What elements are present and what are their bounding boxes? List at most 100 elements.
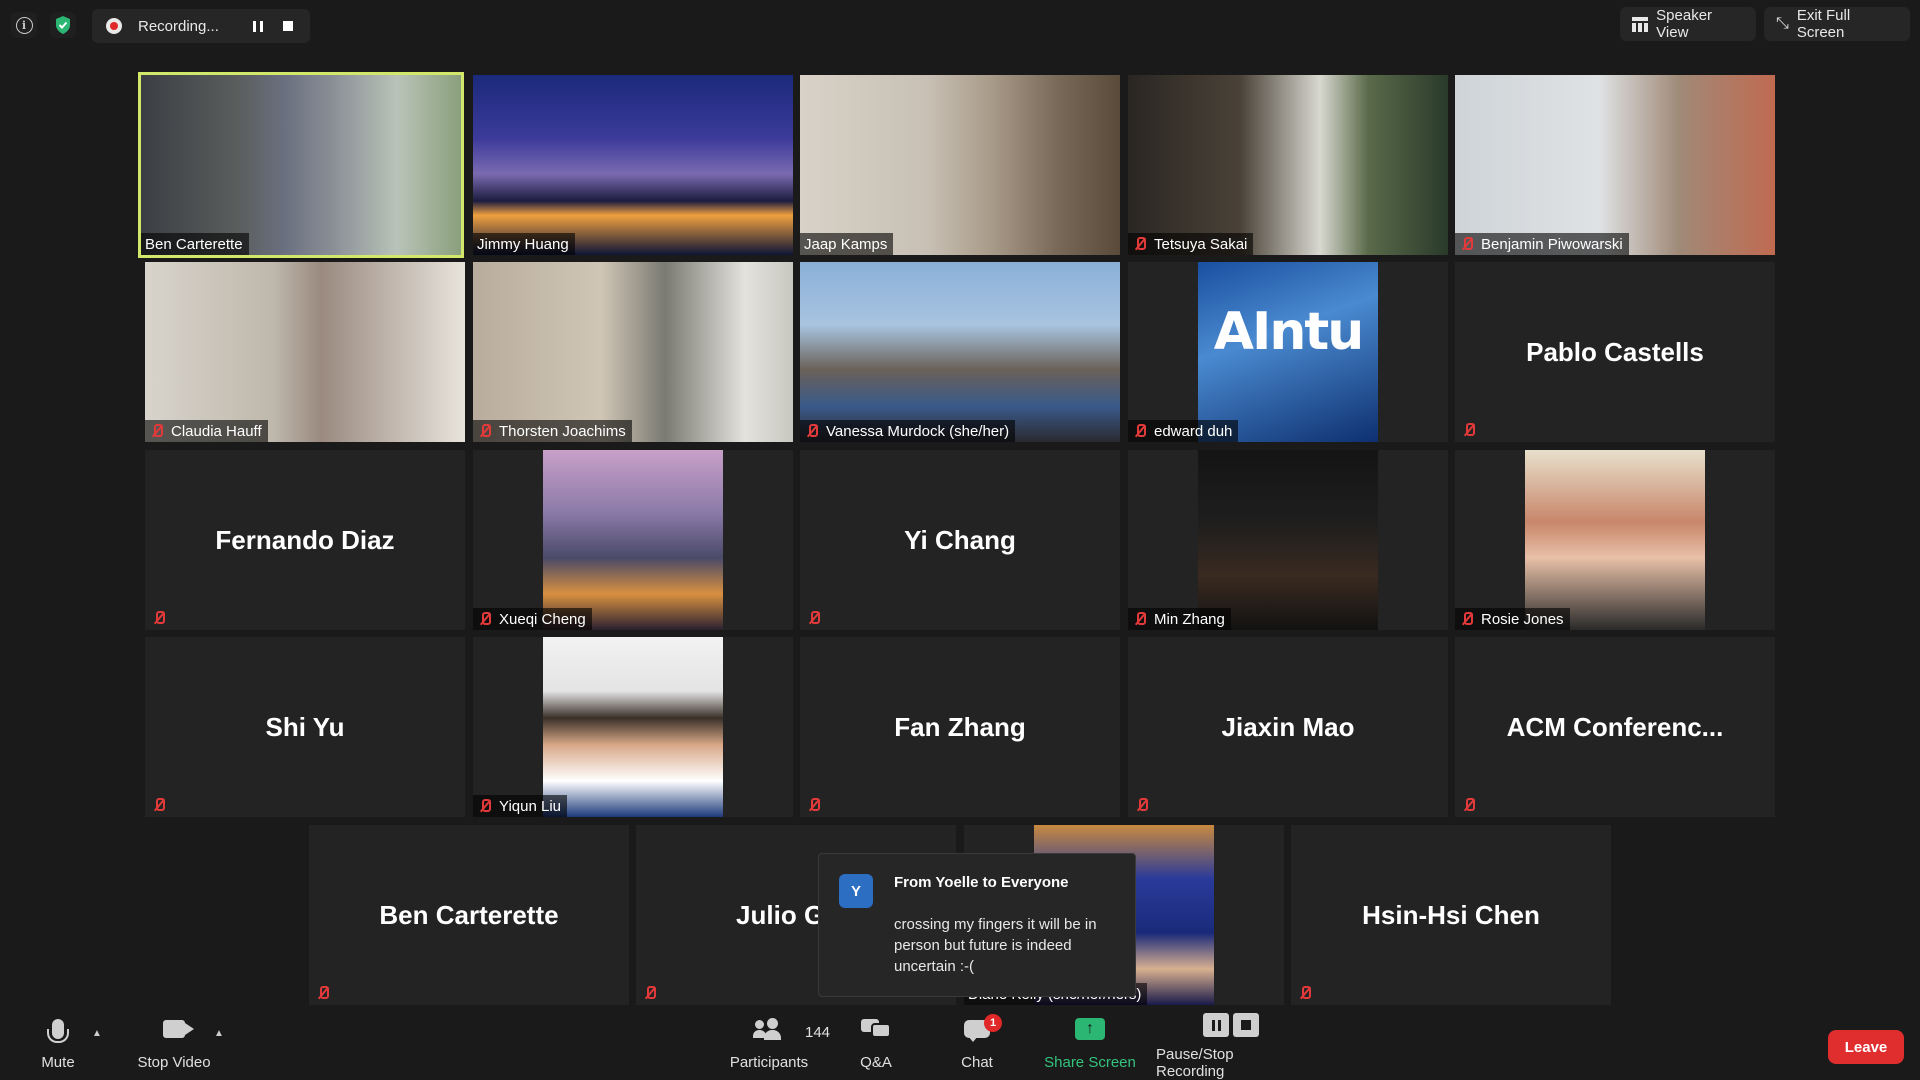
qa-button[interactable]: Q&A	[856, 1010, 896, 1080]
participant-tile[interactable]: Shi Yu	[145, 637, 465, 817]
participant-name: edward duh	[1154, 422, 1233, 440]
participant-tile[interactable]: Pablo Castells	[1455, 262, 1775, 442]
participant-display-name: Shi Yu	[265, 711, 345, 742]
leave-button[interactable]: Leave	[1828, 1030, 1904, 1064]
participant-video	[1455, 75, 1775, 255]
participant-tile[interactable]: Fernando Diaz	[145, 450, 465, 630]
participant-tile[interactable]: Jiaxin Mao	[1128, 637, 1448, 817]
participant-tile[interactable]: Claudia Hauff	[145, 262, 465, 442]
chat-sender: From Yoelle to Everyone	[894, 874, 1069, 891]
participant-name: Jimmy Huang	[477, 235, 569, 253]
participant-tile[interactable]: Jimmy Huang	[473, 75, 793, 255]
muted-mic-icon	[1461, 422, 1477, 438]
muted-mic-icon	[1134, 797, 1150, 813]
speaker-view-label: Speaker View	[1656, 7, 1713, 41]
video-options-caret-icon[interactable]: ▲	[214, 1028, 224, 1039]
muted-mic-icon	[1459, 236, 1475, 252]
muted-mic-icon	[477, 798, 493, 814]
qa-label: Q&A	[860, 1054, 892, 1071]
mute-button[interactable]: Mute	[36, 1010, 80, 1080]
pause-icon	[253, 20, 263, 32]
participant-name: Benjamin Piwowarski	[1481, 235, 1623, 253]
recording-dot-icon	[106, 18, 122, 34]
stop-video-button[interactable]: Stop Video	[134, 1010, 214, 1080]
chat-message: crossing my fingers it will be in person…	[894, 916, 1097, 975]
participant-picture	[543, 450, 723, 630]
participants-button[interactable]: 144 Participants	[726, 1010, 830, 1080]
participant-name-tag: Ben Carterette	[141, 233, 249, 255]
participant-tile[interactable]: Yi Chang	[800, 450, 1120, 630]
meeting-toolbar: Mute ▲ Stop Video ▲ 144 Participants Q&A…	[0, 1010, 1920, 1080]
muted-mic-icon	[1132, 611, 1148, 627]
exit-full-screen-icon: ⤡	[1776, 15, 1789, 32]
participant-tile[interactable]: Thorsten Joachims	[473, 262, 793, 442]
participant-tile[interactable]: Yiqun Liu	[473, 637, 793, 817]
participant-name: Rosie Jones	[1481, 610, 1564, 628]
participant-tile[interactable]: Ben Carterette	[309, 825, 629, 1005]
muted-mic-icon	[477, 611, 493, 627]
participant-tile[interactable]: Hsin-Hsi Chen	[1291, 825, 1611, 1005]
participant-name: Xueqi Cheng	[499, 610, 586, 628]
mute-label: Mute	[41, 1054, 75, 1071]
recording-indicator: Recording...	[92, 9, 310, 43]
participant-name-tag: Claudia Hauff	[145, 420, 268, 442]
stop-video-label: Stop Video	[137, 1054, 211, 1071]
participant-tile[interactable]: Benjamin Piwowarski	[1455, 75, 1775, 255]
muted-mic-icon	[1459, 611, 1475, 627]
participant-tile[interactable]: ACM Conferenc...	[1455, 637, 1775, 817]
participant-tile[interactable]: Ben Carterette	[138, 72, 464, 258]
muted-mic-icon	[149, 423, 165, 439]
exit-full-screen-label: Exit Full Screen	[1796, 7, 1851, 41]
muted-mic-icon	[315, 985, 331, 1001]
participant-display-name: Fan Zhang	[894, 711, 1026, 742]
shield-check-icon[interactable]	[50, 12, 76, 38]
participant-name-tag: Yiqun Liu	[473, 795, 567, 817]
participant-tile[interactable]: Jaap Kamps	[800, 75, 1120, 255]
participant-tile[interactable]: AIntu edward duh	[1128, 262, 1448, 442]
pause-stop-recording-button[interactable]: Pause/Stop Recording	[1156, 1010, 1306, 1080]
participants-label: Participants	[729, 1054, 809, 1071]
participant-display-name: Ben Carterette	[379, 899, 559, 930]
participant-video	[141, 75, 461, 255]
participant-tile[interactable]: Fan Zhang	[800, 637, 1120, 817]
speaker-view-button[interactable]: Speaker View	[1620, 7, 1756, 41]
chat-button[interactable]: 1 Chat	[958, 1010, 1002, 1080]
stop-recording-button[interactable]	[276, 15, 300, 37]
chat-label: Chat	[961, 1054, 993, 1071]
speaker-view-icon	[1632, 16, 1649, 32]
info-icon[interactable]: i	[11, 12, 37, 38]
pause-recording-button[interactable]	[246, 15, 270, 37]
participant-name-tag: edward duh	[1128, 420, 1239, 442]
participant-name: Tetsuya Sakai	[1154, 235, 1248, 253]
qa-icon	[861, 1019, 891, 1038]
muted-mic-icon	[642, 985, 658, 1001]
muted-mic-icon	[806, 797, 822, 813]
exit-full-screen-button[interactable]: ⤡ Exit Full Screen	[1764, 7, 1910, 41]
participant-picture	[543, 637, 723, 817]
muted-mic-icon	[804, 423, 820, 439]
participant-tile[interactable]: Xueqi Cheng	[473, 450, 793, 630]
participant-tile[interactable]: Rosie Jones	[1455, 450, 1775, 630]
audio-options-caret-icon[interactable]: ▲	[92, 1028, 102, 1039]
participant-video	[1128, 75, 1448, 255]
participant-display-name: Jiaxin Mao	[1221, 711, 1355, 742]
participant-tile[interactable]: Min Zhang	[1128, 450, 1448, 630]
participant-tile[interactable]: Vanessa Murdock (she/her)	[800, 262, 1120, 442]
participant-name: Jaap Kamps	[804, 235, 888, 253]
stop-icon	[283, 21, 293, 31]
participant-picture: AIntu	[1198, 262, 1378, 442]
muted-mic-icon	[1461, 797, 1477, 813]
chat-notification[interactable]: Y From Yoelle to Everyone crossing my fi…	[818, 853, 1136, 997]
participant-name-tag: Jaap Kamps	[800, 233, 894, 255]
participant-name-tag: Benjamin Piwowarski	[1455, 233, 1629, 255]
participant-display-name: Hsin-Hsi Chen	[1362, 899, 1540, 930]
recording-label: Recording...	[138, 17, 219, 35]
participant-picture	[1525, 450, 1705, 630]
participant-name: Min Zhang	[1154, 610, 1225, 628]
participant-name-tag: Rosie Jones	[1455, 608, 1570, 630]
share-screen-button[interactable]: ↑ Share Screen	[1040, 1010, 1140, 1080]
participant-tile[interactable]: Tetsuya Sakai	[1128, 75, 1448, 255]
participant-name: Vanessa Murdock (she/her)	[826, 422, 1010, 440]
stop-icon	[1233, 1013, 1259, 1037]
share-screen-icon: ↑	[1075, 1018, 1105, 1040]
